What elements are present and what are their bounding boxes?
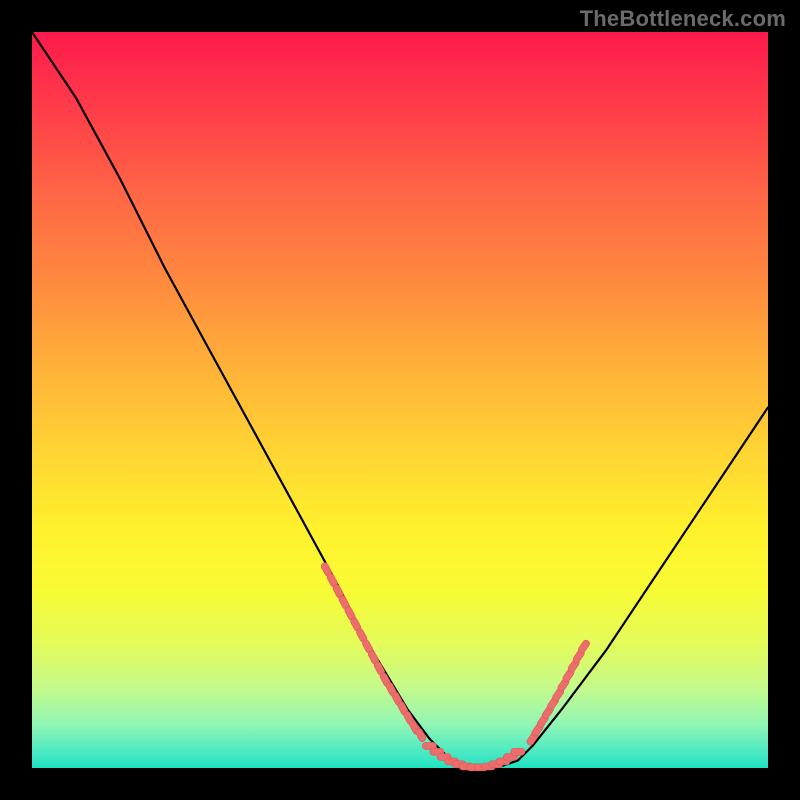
chart-overlay [32, 32, 768, 768]
data-marker [511, 748, 525, 755]
bottleneck-curve [32, 32, 768, 768]
data-marker [414, 727, 427, 743]
watermark-text: TheBottleneck.com [580, 6, 786, 32]
data-markers [320, 561, 591, 770]
chart-stage: TheBottleneck.com [0, 0, 800, 800]
data-marker [577, 639, 591, 654]
